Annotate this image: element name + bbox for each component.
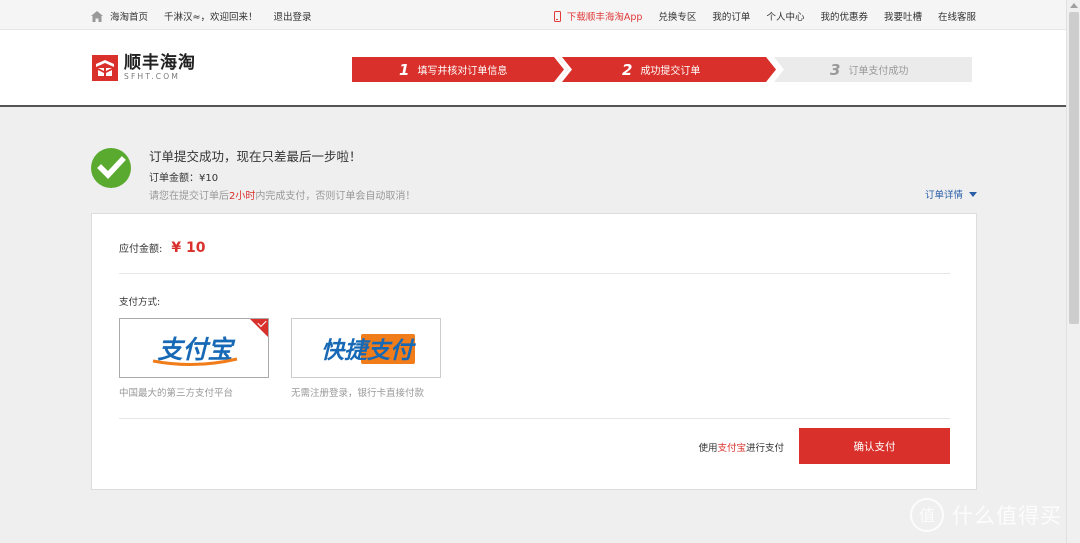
payment-deadline-hint: 请您在提交订单后2小时内完成支付，否则订单会自动取消！ <box>149 191 416 202</box>
scroll-up-arrow-icon[interactable] <box>1070 3 1078 8</box>
confirm-payment-button[interactable]: 确认支付 <box>799 428 950 464</box>
step-number: 3 <box>830 60 841 79</box>
payable-amount-label: 应付金额: <box>119 244 163 255</box>
payable-amount: 应付金额: ¥ 10 <box>119 240 205 256</box>
quickpay-description: 无需注册登录，银行卡直接付款 <box>291 388 425 399</box>
watermark: 值 什么值得买 <box>910 498 1062 532</box>
quickpay-logo-text: 快捷支付 <box>321 338 417 364</box>
step-label: 订单支付成功 <box>848 66 909 77</box>
quickpay-logo: 快捷支付 <box>321 334 417 364</box>
alipay-logo: 支付宝 <box>152 335 238 367</box>
nav-online-service-link[interactable]: 在线客服 <box>938 9 976 23</box>
logo-domain: SFHT.COM <box>124 72 181 81</box>
payment-option-quickpay[interactable]: 快捷支付 <box>291 318 441 378</box>
svg-text:值: 值 <box>919 506 935 525</box>
alipay-logo-text: 支付宝 <box>157 335 235 364</box>
download-app-label: 下载顺丰海淘App <box>566 12 643 23</box>
order-success-notice: 订单提交成功，现在只差最后一步啦！ 订单金额：¥10 请您在提交订单后2小时内完… <box>91 146 977 206</box>
order-detail-toggle[interactable]: 订单详情 <box>925 187 977 201</box>
watermark-text: 什么值得买 <box>952 504 1062 528</box>
username-link[interactable]: 千淋汉≈，欢迎回来！ <box>164 12 257 23</box>
step-submit-order: 2 成功提交订单 <box>558 57 776 82</box>
deadline-time: 2小时 <box>229 191 256 202</box>
step-number: 2 <box>622 60 633 79</box>
order-amount: 订单金额：¥10 <box>149 173 219 184</box>
nav-user-center-link[interactable]: 个人中心 <box>766 9 804 23</box>
payment-panel: 应付金额: ¥ 10 支付方式: 支付宝 中国最大的第三方支付平台 快捷支付 无… <box>91 213 977 490</box>
payment-option-alipay[interactable]: 支付宝 <box>119 317 269 378</box>
payable-amount-value: ¥ 10 <box>171 240 206 256</box>
nav-coupons-link[interactable]: 我的优惠券 <box>820 9 868 23</box>
step-fill-order: 1 填写并核对订单信息 <box>352 57 564 82</box>
scrollbar-thumb[interactable] <box>1069 12 1079 324</box>
step-number: 1 <box>399 60 410 79</box>
phone-icon <box>553 10 561 22</box>
logo-mark-icon <box>92 54 118 81</box>
divider <box>119 418 950 419</box>
step-pay-success: 3 订单支付成功 <box>770 57 972 82</box>
selected-method-hint: 使用支付宝进行支付 <box>698 443 784 454</box>
nav-exchange-link[interactable]: 兑换专区 <box>658 9 696 23</box>
divider <box>119 273 950 274</box>
logo[interactable]: 顺丰海淘 SFHT.COM <box>92 54 196 81</box>
logout-link[interactable]: 退出登录 <box>273 9 311 23</box>
step-label: 填写并核对订单信息 <box>417 66 508 77</box>
selected-method-name: 支付宝 <box>717 443 746 454</box>
home-icon <box>91 10 103 22</box>
logo-name: 顺丰海淘 <box>124 53 196 73</box>
checkout-steps: 1 填写并核对订单信息 2 成功提交订单 3 订单支付成功 <box>352 57 972 82</box>
top-bar-right: 下载顺丰海淘App 兑换专区 我的订单 个人中心 我的优惠券 我要吐槽 在线客服 <box>553 9 976 23</box>
order-detail-label: 订单详情 <box>924 190 963 201</box>
welcome-text: 千淋汉≈，欢迎回来！ <box>164 9 257 23</box>
top-bar: 海淘首页 千淋汉≈，欢迎回来！ 退出登录 下载顺丰海淘App 兑换专区 我的订单… <box>0 0 1066 30</box>
payment-method-label: 支付方式: <box>119 297 161 308</box>
check-circle-icon <box>91 148 131 188</box>
vertical-scrollbar[interactable] <box>1066 0 1080 543</box>
triangle-down-icon <box>969 191 977 197</box>
home-link[interactable]: 海淘首页 <box>110 9 148 23</box>
watermark-logo-icon: 值 <box>910 498 944 532</box>
step-label: 成功提交订单 <box>640 66 701 77</box>
download-app-link[interactable]: 下载顺丰海淘App <box>553 9 643 23</box>
nav-my-orders-link[interactable]: 我的订单 <box>712 9 750 23</box>
alipay-description: 中国最大的第三方支付平台 <box>119 388 234 399</box>
confirm-row: 使用支付宝进行支付 确认支付 <box>119 428 950 464</box>
top-bar-left: 海淘首页 千淋汉≈，欢迎回来！ 退出登录 <box>91 9 312 23</box>
header: 顺丰海淘 SFHT.COM 1 填写并核对订单信息 2 成功提交订单 3 订单支… <box>0 30 1066 107</box>
success-title: 订单提交成功，现在只差最后一步啦！ <box>149 149 362 164</box>
nav-feedback-link[interactable]: 我要吐槽 <box>884 9 922 23</box>
